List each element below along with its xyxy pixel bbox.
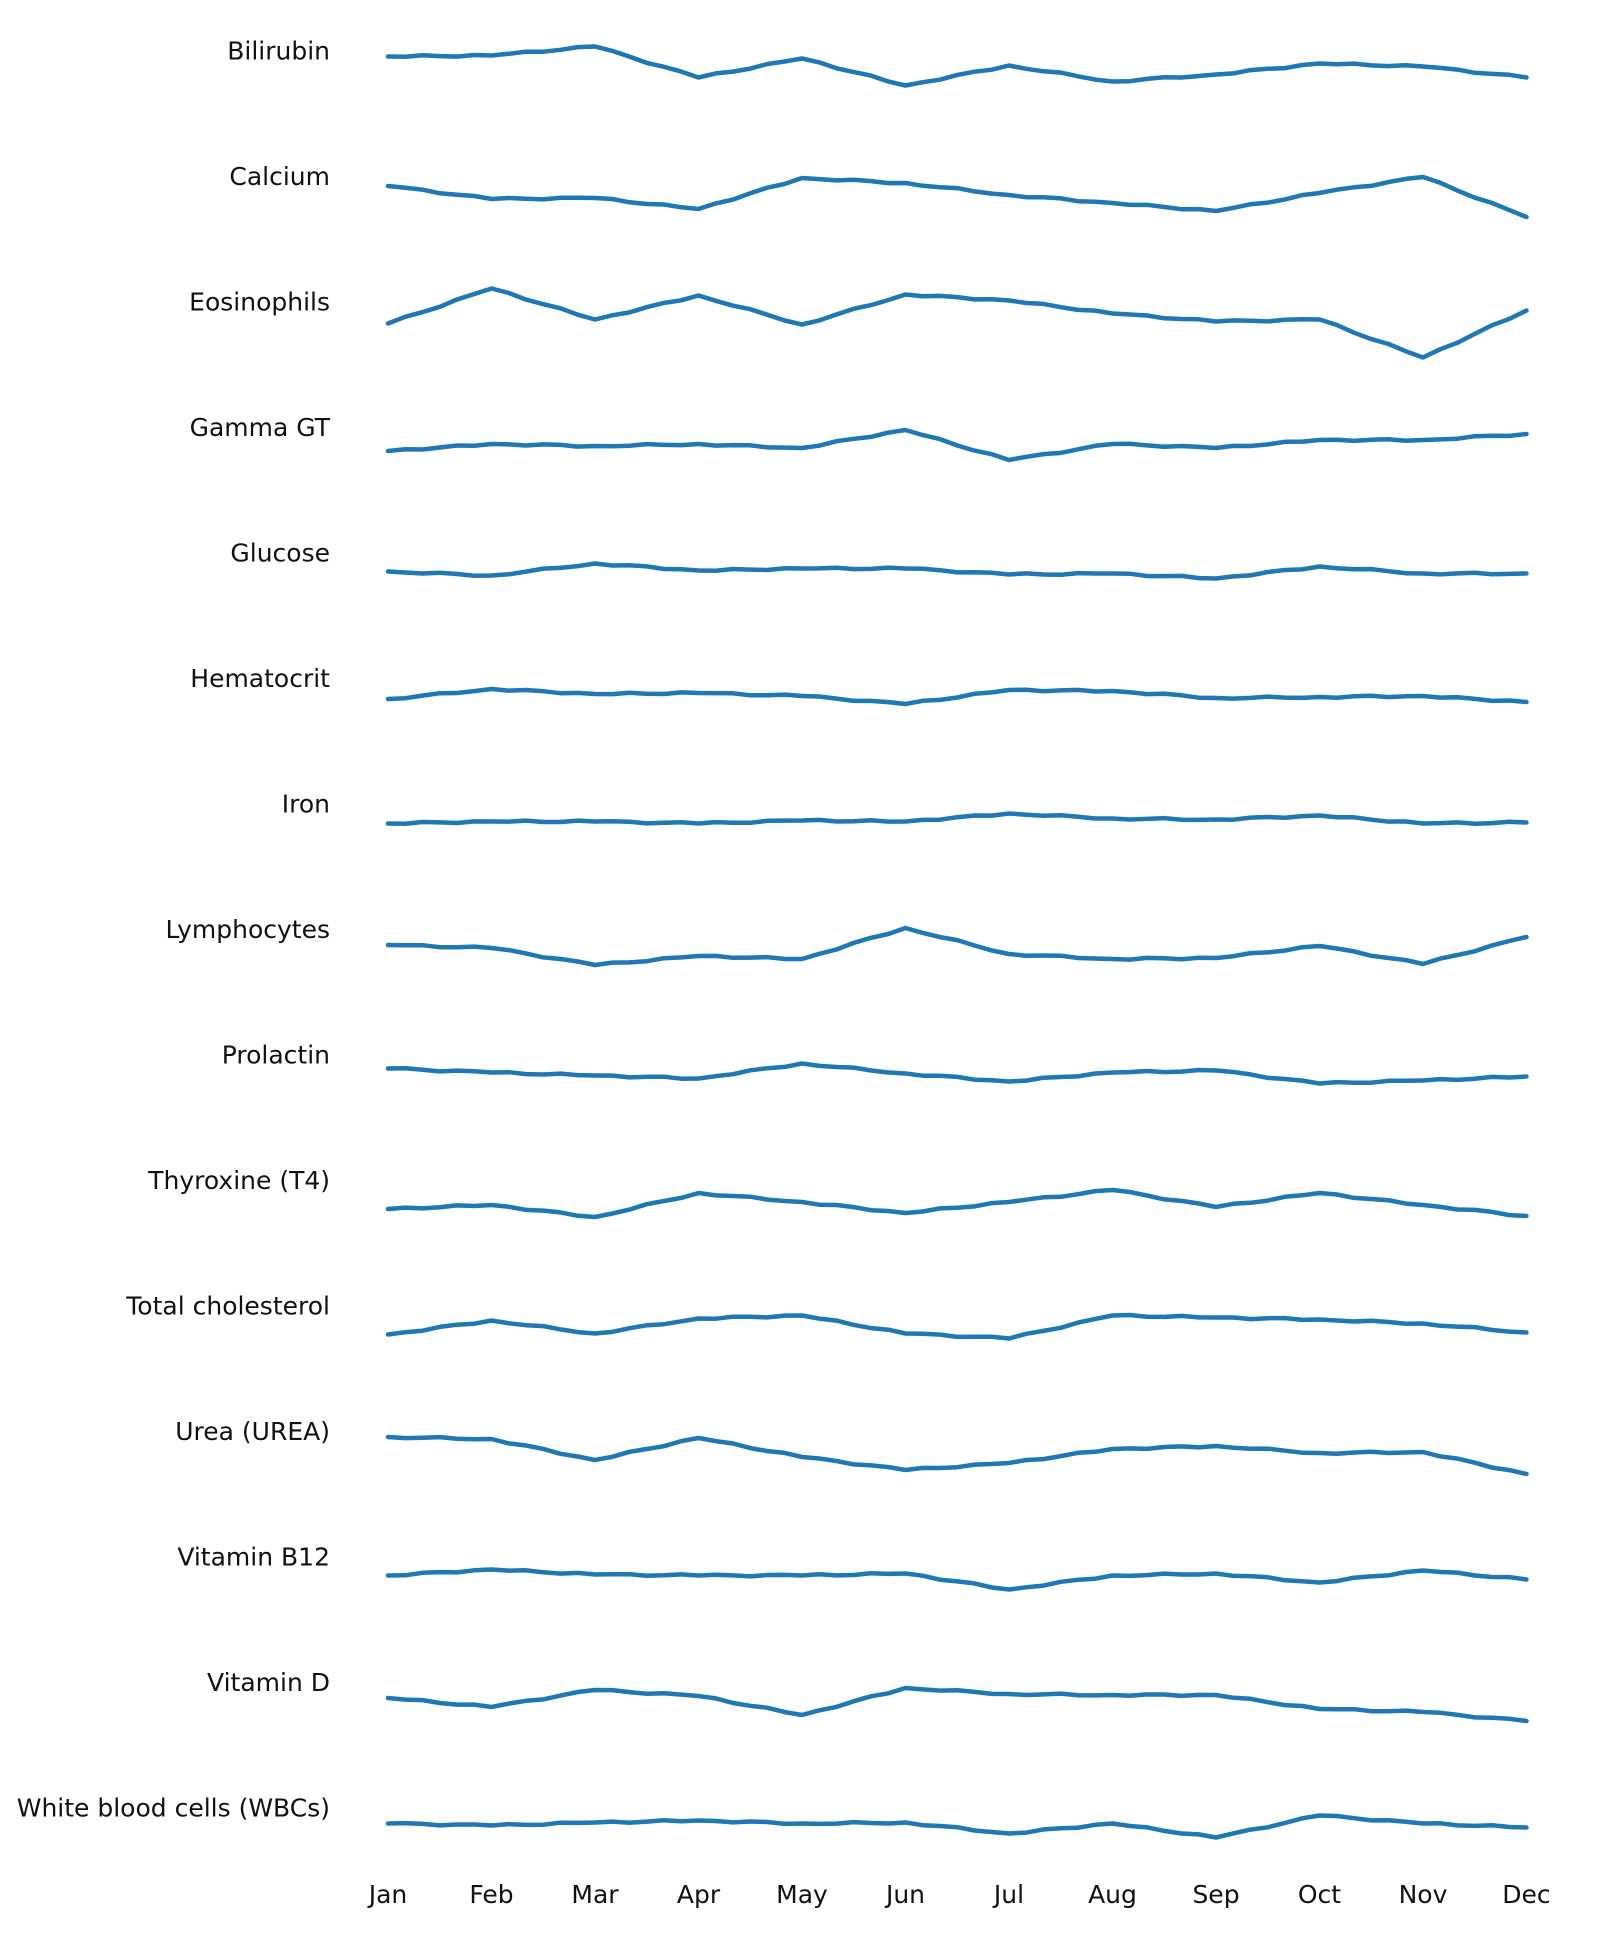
series-label: Thyroxine (T4) bbox=[147, 1166, 330, 1195]
lab-results-trend-chart: Bilirubin Calcium Eosinophils Gamma GT Gluco… bbox=[17, 37, 1551, 1910]
series-label: Glucose bbox=[230, 539, 330, 568]
x-tick-label: Jul bbox=[992, 1880, 1024, 1909]
series-line-prolactin bbox=[385, 1061, 1529, 1086]
series-label: Prolactin bbox=[222, 1041, 330, 1070]
series-row-calcium: Calcium bbox=[229, 162, 1529, 220]
series-line-hematocrit bbox=[385, 686, 1529, 707]
series-line-gamma-gt bbox=[385, 427, 1529, 463]
series-line-eosinophils bbox=[385, 286, 1529, 360]
series-line-vitamin-d bbox=[385, 1685, 1529, 1724]
x-tick-label: Dec bbox=[1502, 1880, 1550, 1909]
x-tick-label: Oct bbox=[1298, 1880, 1341, 1909]
series-label: Total cholesterol bbox=[125, 1292, 330, 1321]
series-label: Gamma GT bbox=[190, 413, 331, 442]
series-row-glucose: Glucose bbox=[230, 539, 1529, 581]
series-label: Hematocrit bbox=[190, 664, 330, 693]
series-row-iron: Iron bbox=[282, 790, 1529, 827]
series-line-calcium bbox=[385, 174, 1529, 220]
series-row-total-cholesterol: Total cholesterol bbox=[125, 1292, 1529, 1341]
series-row-urea-urea: Urea (UREA) bbox=[175, 1417, 1529, 1477]
x-tick-label: Sep bbox=[1192, 1880, 1239, 1909]
series-line-urea-urea bbox=[385, 1434, 1529, 1477]
x-tick-label: Mar bbox=[571, 1880, 619, 1909]
series-row-lymphocytes: Lymphocytes bbox=[165, 915, 1529, 968]
x-tick-label: Aug bbox=[1088, 1880, 1137, 1909]
series-label: Eosinophils bbox=[189, 288, 330, 317]
series-row-vitamin-d: Vitamin D bbox=[207, 1668, 1529, 1724]
series-line-total-cholesterol bbox=[385, 1312, 1529, 1341]
series-row-vitamin-b12: Vitamin B12 bbox=[177, 1543, 1529, 1592]
series-row-eosinophils: Eosinophils bbox=[189, 286, 1529, 360]
series-row-thyroxine-t4: Thyroxine (T4) bbox=[147, 1166, 1529, 1220]
series-row-hematocrit: Hematocrit bbox=[190, 664, 1529, 707]
series-line-bilirubin bbox=[385, 44, 1529, 88]
series-row-prolactin: Prolactin bbox=[222, 1041, 1529, 1086]
x-axis-month-labels: Jan Feb Mar Apr May Jun Jul Aug Sep Oct Nov Dec bbox=[367, 1880, 1551, 1909]
series-label: Bilirubin bbox=[227, 37, 330, 66]
series-line-glucose bbox=[385, 561, 1529, 581]
series-label: Vitamin D bbox=[207, 1668, 330, 1697]
series-line-iron bbox=[385, 811, 1529, 827]
series-label: Urea (UREA) bbox=[175, 1417, 330, 1446]
x-tick-label: May bbox=[776, 1880, 828, 1909]
series-label: Iron bbox=[282, 790, 330, 819]
series-row-gamma-gt: Gamma GT bbox=[190, 413, 1529, 463]
series-row-white-blood-cells-wbcs: White blood cells (WBCs) bbox=[17, 1794, 1529, 1840]
series-line-vitamin-b12 bbox=[385, 1567, 1529, 1592]
series-label: Calcium bbox=[229, 162, 330, 191]
series-label: Lymphocytes bbox=[165, 915, 330, 944]
series-line-lymphocytes bbox=[385, 925, 1529, 968]
series-line-white-blood-cells-wbcs bbox=[385, 1813, 1529, 1840]
x-tick-label: Jun bbox=[884, 1880, 925, 1909]
x-tick-label: Feb bbox=[469, 1880, 513, 1909]
series-row-bilirubin: Bilirubin bbox=[227, 37, 1529, 88]
series-rows: Bilirubin Calcium Eosinophils Gamma GT Gluco… bbox=[17, 37, 1529, 1840]
x-tick-label: Apr bbox=[677, 1880, 721, 1909]
series-line-thyroxine-t4 bbox=[385, 1187, 1529, 1220]
series-label: Vitamin B12 bbox=[177, 1543, 330, 1572]
x-tick-label: Nov bbox=[1399, 1880, 1448, 1909]
series-label: White blood cells (WBCs) bbox=[17, 1794, 330, 1823]
x-tick-label: Jan bbox=[367, 1880, 408, 1909]
